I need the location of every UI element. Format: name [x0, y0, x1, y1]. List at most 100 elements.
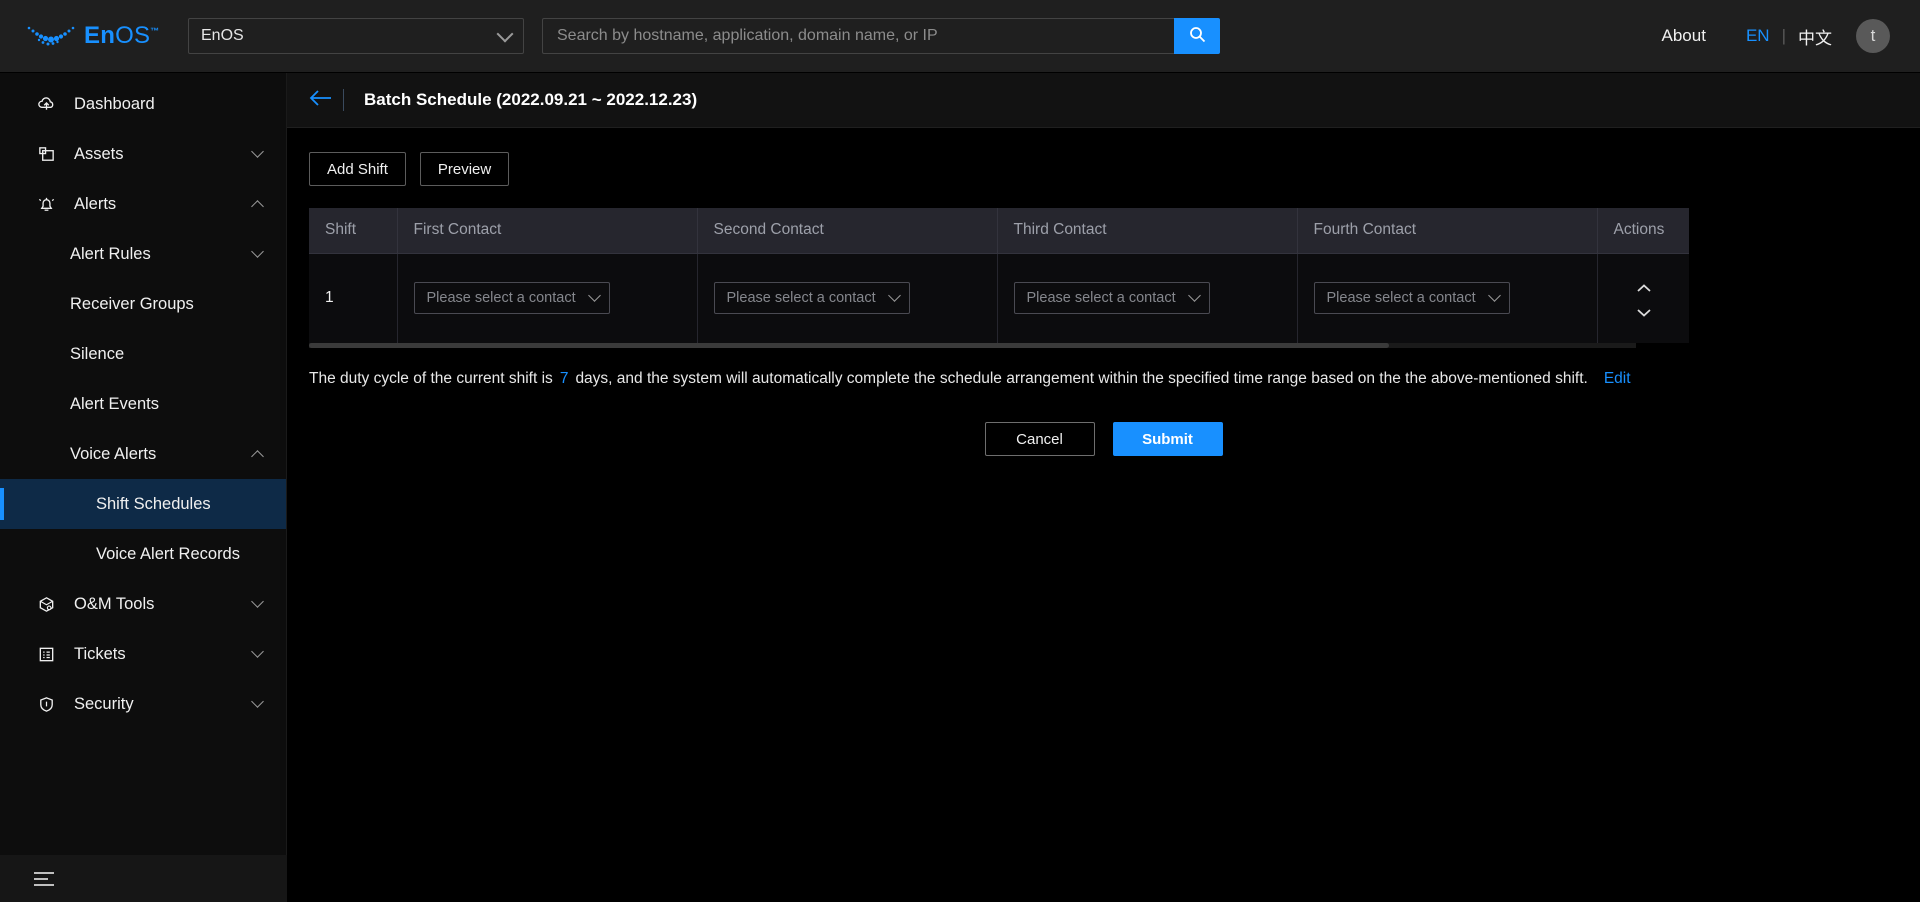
fourth-contact-select-value: Please select a contact — [1326, 290, 1476, 307]
duty-cycle-days: 7 — [559, 370, 569, 387]
sidebar-item-voice-alerts[interactable]: Voice Alerts — [0, 429, 286, 479]
sidebar-item-label: Silence — [70, 344, 125, 363]
table-header-row: Shift First Contact Second Contact Third… — [309, 208, 1689, 254]
search-button[interactable] — [1174, 18, 1220, 54]
shift-table: Shift First Contact Second Contact Third… — [309, 208, 1689, 343]
third-contact-select-value: Please select a contact — [1026, 290, 1176, 307]
table-head: Shift First Contact Second Contact Third… — [309, 208, 1689, 254]
sidebar-item-label: Alert Events — [70, 394, 159, 413]
cell-first-contact: Please select a contact — [397, 253, 698, 343]
column-header-second-contact: Second Contact — [697, 208, 998, 254]
sidebar-item-label: Voice Alerts — [70, 444, 157, 463]
second-contact-select[interactable]: Please select a contact — [713, 282, 910, 315]
sidebar-item-label: Receiver Groups — [70, 294, 194, 313]
language-zh-button[interactable]: 中文 — [1798, 24, 1832, 49]
hamburger-icon[interactable] — [34, 871, 54, 886]
cell-actions — [1597, 253, 1689, 343]
arrow-left-icon[interactable] — [309, 88, 335, 112]
sidebar-item-alerts[interactable]: Alerts — [0, 179, 286, 229]
sidebar-item-label: Security — [74, 694, 134, 713]
om-tools-cube-icon — [36, 594, 56, 614]
main-content: Batch Schedule (2022.09.21 ~ 2022.12.23)… — [287, 73, 1920, 902]
cloud-dashboard-icon — [36, 94, 56, 114]
header-divider — [343, 89, 344, 111]
security-shield-icon — [36, 694, 56, 714]
cell-shift-number: 1 — [309, 253, 398, 343]
app-selector[interactable]: EnOS — [188, 18, 524, 54]
app-selector-value: EnOS — [201, 27, 244, 44]
sidebar-item-label: Alert Rules — [70, 244, 151, 263]
column-header-third-contact: Third Contact — [997, 208, 1298, 254]
sidebar-item-o-m-tools[interactable]: O&M Tools — [0, 579, 286, 629]
enos-swoosh-logo-icon — [26, 23, 78, 49]
brand-logo[interactable]: EnOS™ — [26, 22, 176, 50]
chevron-down-icon — [587, 289, 601, 303]
sidebar-item-tickets[interactable]: Tickets — [0, 629, 286, 679]
chevron-down-icon — [496, 25, 514, 42]
sidebar-nav: Dashboard Assets Alerts Alert Rules Receiver… — [0, 73, 286, 729]
page-content: Add Shift Preview Shift First Contact Se… — [287, 128, 1920, 456]
cell-fourth-contact: Please select a contact — [1297, 253, 1598, 343]
chevron-down-icon[interactable] — [251, 245, 264, 258]
alert-bell-icon — [36, 194, 56, 214]
duty-cycle-note: The duty cycle of the current shift is 7… — [309, 370, 1898, 388]
cell-second-contact: Please select a contact — [697, 253, 998, 343]
avatar[interactable]: t — [1856, 19, 1890, 53]
search-group — [542, 18, 1220, 54]
column-header-fourth-contact: Fourth Contact — [1297, 208, 1598, 254]
chevron-down-icon — [1487, 289, 1501, 303]
page-header: Batch Schedule (2022.09.21 ~ 2022.12.23) — [287, 73, 1920, 128]
sidebar-item-alert-rules[interactable]: Alert Rules — [0, 229, 286, 279]
edit-duty-cycle-link[interactable]: Edit — [1604, 370, 1631, 388]
chevron-down-icon[interactable] — [251, 645, 264, 658]
tickets-list-icon — [36, 644, 56, 664]
brand-en: En — [84, 22, 116, 49]
first-contact-select[interactable]: Please select a contact — [413, 282, 610, 315]
sidebar: Dashboard Assets Alerts Alert Rules Receiver… — [0, 73, 287, 902]
first-contact-select-value: Please select a contact — [426, 290, 576, 307]
sidebar-item-shift-schedules[interactable]: Shift Schedules — [0, 479, 286, 529]
sidebar-item-label: Assets — [74, 144, 124, 163]
chevron-up-icon[interactable] — [1637, 280, 1651, 293]
third-contact-select[interactable]: Please select a contact — [1013, 282, 1210, 315]
chevron-down-icon[interactable] — [1637, 304, 1651, 317]
table-row: 1 Please select a contact Please select … — [309, 253, 1689, 343]
submit-button[interactable]: Submit — [1112, 422, 1223, 456]
fourth-contact-select[interactable]: Please select a contact — [1313, 282, 1510, 315]
sidebar-item-silence[interactable]: Silence — [0, 329, 286, 379]
sidebar-item-alert-events[interactable]: Alert Events — [0, 379, 286, 429]
chevron-down-icon[interactable] — [251, 145, 264, 158]
sidebar-item-label: Tickets — [74, 644, 126, 663]
page-title: Batch Schedule (2022.09.21 ~ 2022.12.23) — [364, 90, 698, 109]
search-icon — [1189, 26, 1206, 46]
form-footer: Cancel Submit — [309, 422, 1898, 456]
chevron-down-icon[interactable] — [251, 595, 264, 608]
column-header-shift: Shift — [309, 208, 398, 254]
second-contact-select-value: Please select a contact — [726, 290, 876, 307]
cancel-button[interactable]: Cancel — [984, 422, 1095, 456]
brand-os: OS — [115, 22, 151, 49]
chevron-down-icon — [1187, 289, 1201, 303]
column-header-actions: Actions — [1597, 208, 1689, 254]
language-en-button[interactable]: EN — [1746, 26, 1770, 46]
sidebar-item-assets[interactable]: Assets — [0, 129, 286, 179]
table-horizontal-scrollbar[interactable] — [309, 343, 1636, 348]
toolbar: Add Shift Preview — [309, 152, 1898, 186]
sidebar-item-dashboard[interactable]: Dashboard — [0, 79, 286, 129]
search-input[interactable] — [542, 18, 1174, 54]
preview-button[interactable]: Preview — [419, 152, 510, 186]
chevron-up-icon[interactable] — [251, 199, 264, 213]
add-shift-button[interactable]: Add Shift — [309, 152, 406, 186]
sidebar-item-voice-alert-records[interactable]: Voice Alert Records — [0, 529, 286, 579]
about-link[interactable]: About — [1662, 26, 1706, 46]
top-bar: EnOS™ EnOS About EN | 中文 t — [0, 0, 1920, 73]
sidebar-item-receiver-groups[interactable]: Receiver Groups — [0, 279, 286, 329]
language-divider: | — [1781, 26, 1786, 45]
sidebar-item-security[interactable]: Security — [0, 679, 286, 729]
column-header-first-contact: First Contact — [397, 208, 698, 254]
top-right-group: About EN | 中文 t — [1662, 19, 1920, 53]
assets-box-icon — [36, 144, 56, 164]
chevron-up-icon[interactable] — [251, 449, 264, 463]
chevron-down-icon[interactable] — [251, 695, 264, 708]
sidebar-item-label: Dashboard — [74, 94, 155, 113]
